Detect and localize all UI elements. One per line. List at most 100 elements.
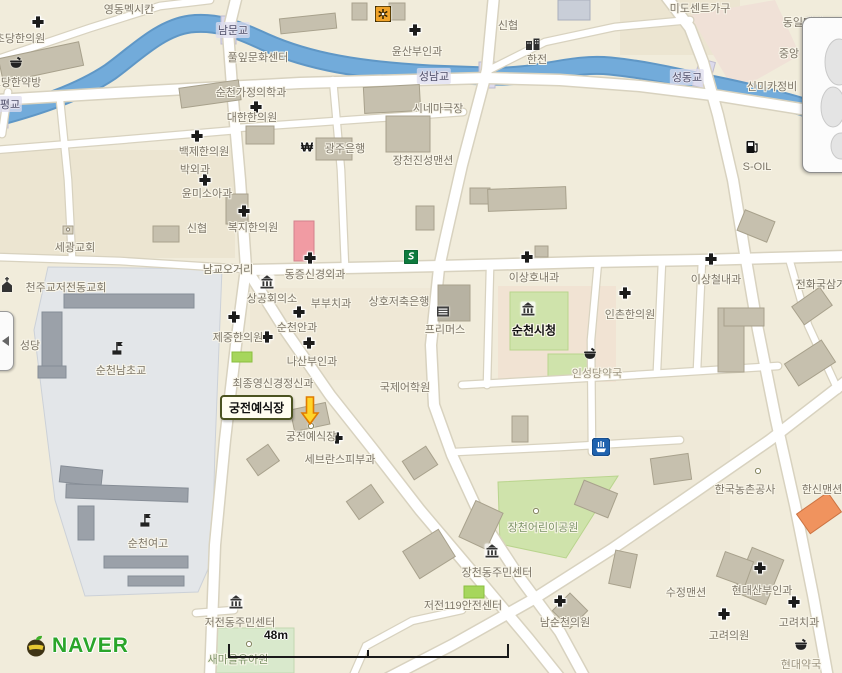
poi-label[interactable]: 남순천의원 <box>540 614 591 630</box>
poi-label[interactable]: 박외과 <box>180 161 210 177</box>
gas-station-icon <box>744 139 760 155</box>
poi-label[interactable]: 풀잎문화센터 <box>228 49 289 65</box>
scale-bar-label: 48m <box>264 628 288 642</box>
poi-label[interactable]: 고려치과 <box>779 614 819 630</box>
poi-label[interactable]: 상호저축은행 <box>369 293 430 309</box>
poi-label[interactable]: 고려의원 <box>709 627 749 643</box>
church-icon <box>0 277 14 293</box>
hospital-cross-icon <box>190 129 204 143</box>
poi-label[interactable]: 궁전예식장 <box>286 428 337 444</box>
church-small-icon <box>62 223 74 235</box>
government-building-icon <box>260 275 275 290</box>
hospital-cross-icon <box>553 594 567 608</box>
poi-label[interactable]: 최종영신경정신과 <box>233 375 314 391</box>
savings-bank-icon <box>404 250 418 264</box>
place-dot-icon <box>755 468 762 475</box>
poi-label[interactable]: 이상호내과 <box>509 269 560 285</box>
hospital-cross-icon <box>303 251 317 265</box>
hospital-cross-icon <box>618 286 632 300</box>
school-flag-icon <box>137 513 153 529</box>
poi-label[interactable]: 남문교 <box>216 22 250 38</box>
naver-mascot-icon <box>24 634 48 658</box>
poi-label[interactable]: 부부치과 <box>311 295 351 311</box>
hospital-cross-icon <box>704 252 718 266</box>
government-building-icon <box>521 302 536 317</box>
hospital-cross-icon <box>227 310 241 324</box>
overview-minimap[interactable] <box>802 17 842 173</box>
poi-label[interactable]: 남교오거리 <box>203 261 254 277</box>
poi-label[interactable]: 세브란스피부과 <box>305 451 376 467</box>
poi-label[interactable]: 시네마극장 <box>413 100 464 116</box>
poi-label[interactable]: 윤산부인과 <box>392 43 443 59</box>
hospital-cross-icon <box>292 305 306 319</box>
poi-label[interactable]: 광주은행 <box>325 140 365 156</box>
poi-label[interactable]: 나산부인과 <box>287 353 338 369</box>
poi-label[interactable]: 순천가정의학과 <box>216 84 287 100</box>
pharmacy-mortar-icon <box>9 56 24 71</box>
selected-place-callout[interactable]: 궁전예식장 <box>220 395 293 420</box>
scale-bar: 48m <box>228 628 512 662</box>
asterisk-landmark-icon <box>375 6 391 22</box>
poi-label[interactable]: 순천안과 <box>277 319 317 335</box>
poi-label[interactable]: 대한한의원 <box>227 109 278 125</box>
poi-label[interactable]: 초당한의원 <box>0 30 45 46</box>
poi-label[interactable]: 장천진성맨션 <box>393 152 454 168</box>
poi-label[interactable]: 한전 <box>527 51 547 67</box>
poi-label[interactable]: 인성당약국 <box>572 365 623 381</box>
poi-label[interactable]: 현대산부인과 <box>732 582 793 598</box>
government-building-icon <box>485 544 500 559</box>
map-canvas[interactable]: 영동멕시칸남문교미도센트가구동일맨션신협풀잎문화센터윤산부인과한전성남교중앙성동… <box>0 0 842 673</box>
government-building-icon <box>229 595 244 610</box>
poi-label[interactable]: 성당 <box>20 337 40 353</box>
pharmacy-mortar-icon <box>583 347 598 362</box>
hospital-cross-icon <box>31 15 45 29</box>
poi-label[interactable]: 동증신경외과 <box>285 266 346 282</box>
selected-place-marker-icon[interactable] <box>300 395 320 425</box>
poi-label[interactable]: 윤미소아과 <box>182 185 233 201</box>
panel-collapse-toggle[interactable] <box>0 311 14 371</box>
pharmacy-mortar-icon <box>794 638 809 653</box>
poi-label[interactable]: 이상철내과 <box>691 271 742 287</box>
public-bath-icon <box>592 438 610 456</box>
poi-label[interactable]: 영동멕시칸 <box>104 1 155 17</box>
poi-label[interactable]: 백제한의원 <box>179 143 230 159</box>
poi-label[interactable]: 수정맨션 <box>666 584 706 600</box>
poi-label[interactable]: S-OIL <box>743 161 772 173</box>
poi-label[interactable]: 평교 <box>0 96 22 112</box>
poi-label[interactable]: 한신맨션 <box>802 481 842 497</box>
hospital-cross-icon <box>753 561 767 575</box>
poi-label[interactable]: 미도센트가구 <box>670 0 731 16</box>
poi-label[interactable]: 중앙 <box>779 45 799 61</box>
poi-label[interactable]: 순천시청 <box>512 322 556 339</box>
poi-label[interactable]: 복지한의원 <box>228 219 279 235</box>
school-flag-icon <box>109 341 125 357</box>
poi-label[interactable]: 신미카정비 <box>747 78 798 94</box>
poi-label[interactable]: 성동교 <box>670 69 704 85</box>
hospital-cross-icon <box>520 250 534 264</box>
twin-buildings-icon <box>525 37 541 51</box>
poi-label[interactable]: 국제어학원 <box>380 379 431 395</box>
hospital-cross-icon <box>237 204 251 218</box>
poi-label[interactable]: 초당한약방 <box>0 74 41 90</box>
poi-label[interactable]: 장천동주민센터 <box>462 564 533 580</box>
chevron-left-icon <box>2 336 9 346</box>
poi-label[interactable]: 장천어린이공원 <box>508 519 579 535</box>
poi-label[interactable]: 세광교회 <box>55 239 95 255</box>
poi-label[interactable]: 성남교 <box>417 68 451 84</box>
hospital-cross-icon <box>717 607 731 621</box>
poi-label[interactable]: 신협 <box>498 17 518 33</box>
poi-label[interactable]: 순천남초교 <box>96 362 147 378</box>
poi-label[interactable]: 천주교저전동교회 <box>26 279 107 295</box>
hospital-cross-icon <box>408 23 422 37</box>
poi-label[interactable]: 신협 <box>187 220 207 236</box>
poi-label[interactable]: 전화국삼거리 <box>796 276 842 292</box>
poi-label[interactable]: 제중한의원 <box>213 329 264 345</box>
poi-label[interactable]: 저전119안전센터 <box>424 597 502 613</box>
poi-label[interactable]: 순천여고 <box>128 535 168 551</box>
poi-label[interactable]: 인촌한의원 <box>605 306 656 322</box>
poi-label[interactable]: 한국농촌공사 <box>715 481 776 497</box>
place-dot-icon <box>533 508 540 515</box>
poi-label[interactable]: 현대약국 <box>781 656 821 672</box>
poi-label[interactable]: 프리머스 <box>425 321 465 337</box>
poi-label[interactable]: 상공회의소 <box>247 290 298 306</box>
